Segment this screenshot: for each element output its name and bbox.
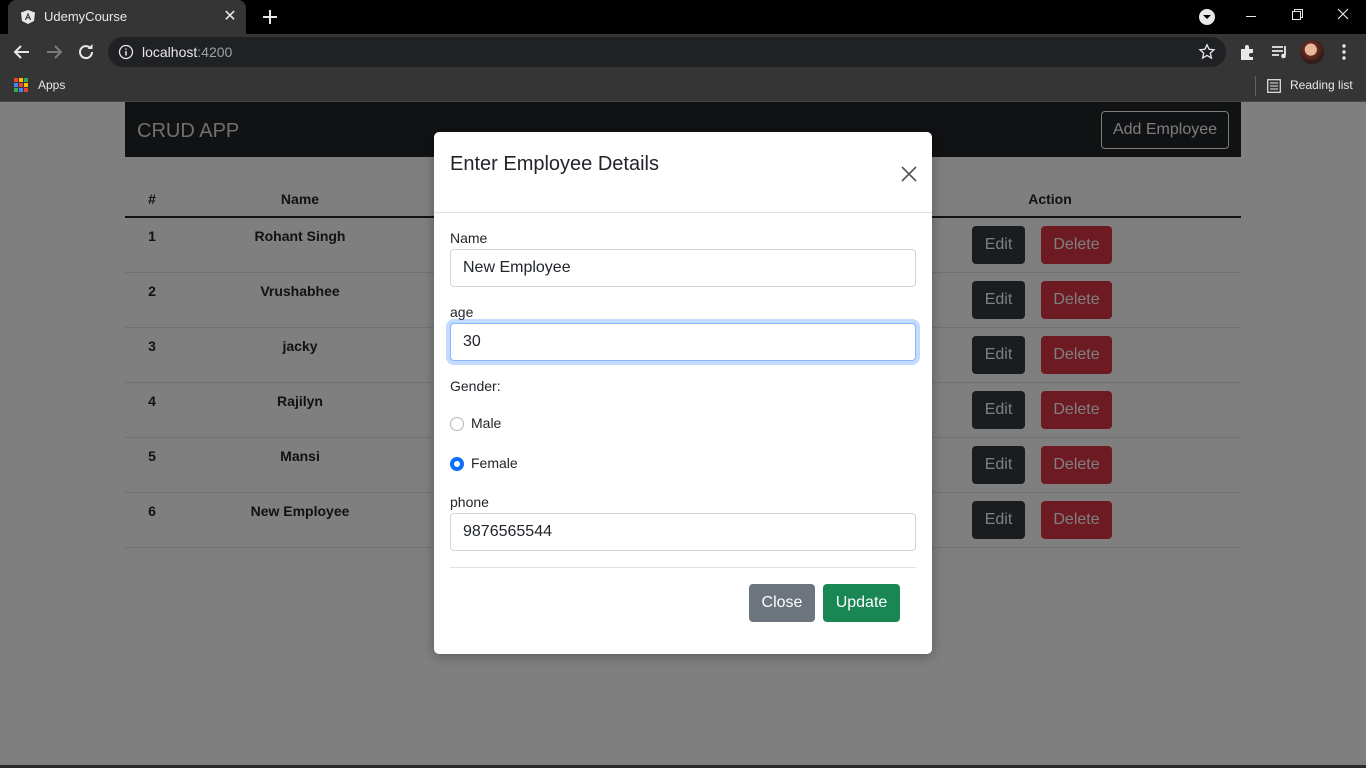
tab-search-icon[interactable] [1196, 6, 1218, 28]
bookmarks-separator [1255, 76, 1256, 96]
bookmarks-bar: Apps Reading list [0, 70, 1366, 102]
browser-tab[interactable]: UdemyCourse ✕ [8, 0, 246, 34]
browser-tab-strip: UdemyCourse ✕ [0, 0, 1366, 34]
phone-label: phone [450, 494, 489, 510]
close-button[interactable]: Close [749, 584, 815, 622]
phone-input[interactable] [450, 513, 916, 551]
media-control-icon[interactable] [1270, 42, 1290, 62]
extensions-icon[interactable] [1238, 42, 1258, 62]
back-icon[interactable] [10, 40, 34, 64]
age-label: age [450, 304, 474, 320]
reload-icon[interactable] [74, 40, 98, 64]
close-icon[interactable] [897, 162, 921, 186]
gender-male-radio[interactable] [450, 417, 464, 431]
reading-list-icon[interactable] [1267, 79, 1281, 93]
restore-icon[interactable] [1274, 0, 1320, 34]
minimize-icon[interactable] [1228, 0, 1274, 34]
age-input[interactable] [450, 323, 916, 361]
address-bar[interactable]: localhost:4200 [108, 37, 1226, 67]
tab-title: UdemyCourse [44, 9, 128, 24]
gender-male-label[interactable]: Male [471, 415, 501, 431]
forward-icon[interactable] [42, 40, 66, 64]
new-tab-icon[interactable] [258, 5, 282, 29]
url-text: localhost:4200 [142, 44, 232, 60]
angular-icon [21, 10, 35, 24]
reading-list-button[interactable]: Reading list [1290, 78, 1353, 92]
bookmark-star-icon[interactable] [1198, 43, 1216, 61]
gender-label: Gender: [450, 378, 501, 394]
modal-header: Enter Employee Details [434, 132, 932, 213]
name-label: Name [450, 230, 488, 246]
browser-toolbar: localhost:4200 [0, 34, 1366, 70]
menu-dots-icon[interactable] [1334, 42, 1354, 62]
gender-female-radio[interactable] [450, 457, 464, 471]
name-input[interactable] [450, 249, 916, 287]
update-button[interactable]: Update [823, 584, 900, 622]
gender-female-label[interactable]: Female [471, 455, 518, 471]
url-port: :4200 [197, 44, 233, 60]
window-close-icon[interactable] [1320, 0, 1366, 34]
employee-details-modal: Enter Employee Details Name age Gender: … [434, 132, 932, 654]
site-info-icon[interactable] [118, 44, 134, 60]
apps-bookmark[interactable]: Apps [38, 78, 65, 92]
url-host: localhost [142, 44, 198, 60]
modal-title: Enter Employee Details [450, 153, 659, 175]
tab-close-icon[interactable]: ✕ [220, 7, 240, 27]
apps-grid-icon[interactable] [14, 78, 28, 92]
modal-footer-divider [450, 567, 916, 568]
profile-avatar[interactable] [1300, 40, 1324, 64]
